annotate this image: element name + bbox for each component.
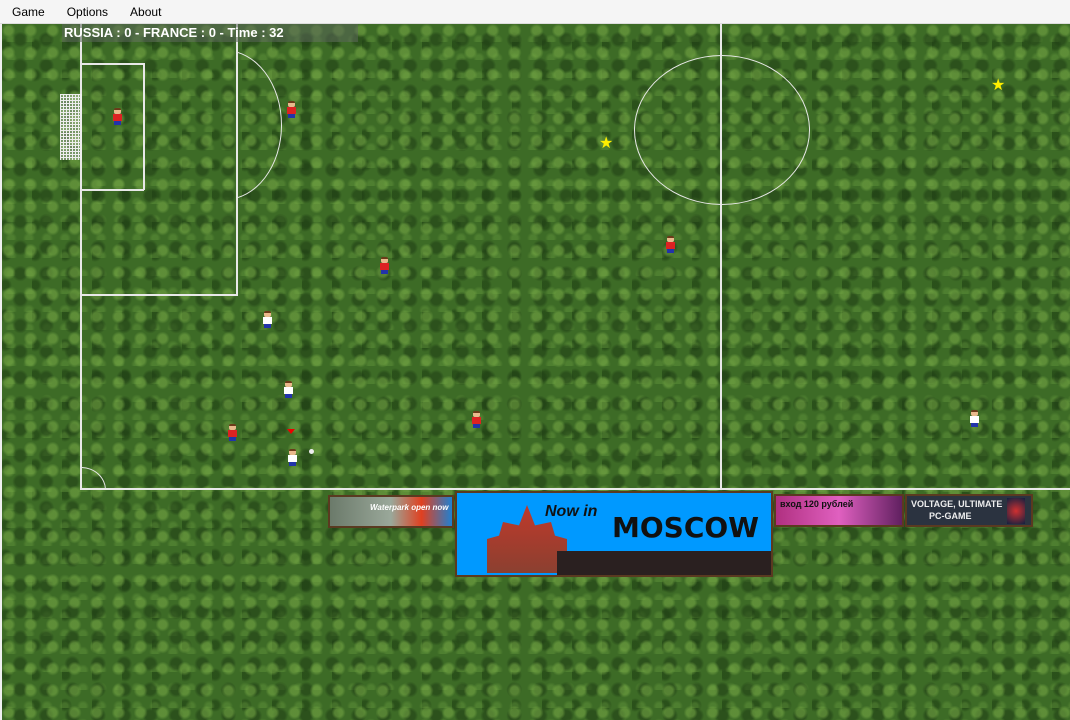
goal-net <box>60 94 82 160</box>
skyline <box>557 551 771 575</box>
menu-about[interactable]: About <box>130 5 161 19</box>
goal-box-top <box>80 63 144 65</box>
menu-options[interactable]: Options <box>67 5 108 19</box>
penalty-arc <box>238 50 282 200</box>
goalkeeper <box>112 108 122 126</box>
player <box>379 257 389 275</box>
player <box>471 411 481 429</box>
ad-concert[interactable]: вход 120 рублей <box>774 494 904 527</box>
ad-moscow[interactable]: Now in MOSCOW <box>455 491 773 577</box>
penalty-box-bottom <box>80 294 238 296</box>
active-player-marker <box>287 429 295 434</box>
ad-waterpark[interactable]: Waterpark open now <box>328 495 454 528</box>
goal-box-bottom <box>80 189 144 191</box>
player <box>969 410 979 428</box>
center-circle <box>634 55 810 205</box>
scoreboard: RUSSIA : 0 - FRANCE : 0 - Time : 32 <box>62 24 358 42</box>
pitch[interactable]: RUSSIA : 0 - FRANCE : 0 - Time : 32 ★ ★ … <box>2 24 1070 720</box>
player <box>283 381 293 399</box>
ad-voltage[interactable]: VOLTAGE, ULTIMATE PC-GAME <box>905 494 1033 527</box>
player <box>665 236 675 254</box>
player <box>262 311 272 329</box>
corner-arc <box>82 465 108 489</box>
player-controlled <box>287 449 297 467</box>
menu-bar: Game Options About <box>0 0 1070 24</box>
player <box>227 424 237 442</box>
game-cover-image <box>1007 498 1025 524</box>
goal-box-right <box>143 63 145 190</box>
touchline-bottom <box>80 488 1070 490</box>
star-icon: ★ <box>599 135 614 152</box>
player <box>286 101 296 119</box>
ball <box>309 449 314 454</box>
menu-game[interactable]: Game <box>12 5 45 19</box>
star-icon: ★ <box>991 77 1006 94</box>
